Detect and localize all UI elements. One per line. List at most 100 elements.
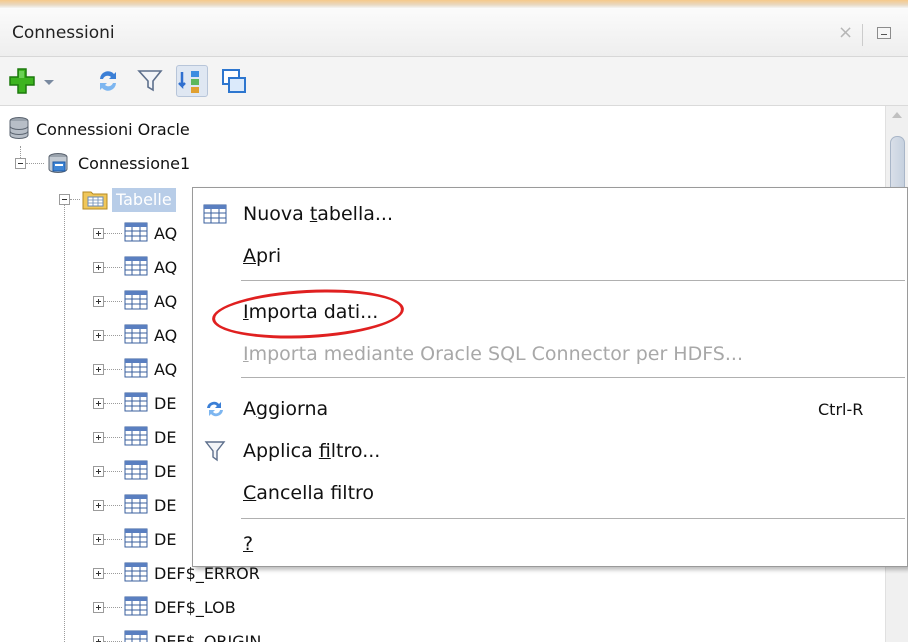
connections-view-button[interactable] xyxy=(218,65,250,97)
table-icon xyxy=(124,460,148,480)
expand-icon[interactable] xyxy=(93,500,104,511)
table-icon xyxy=(124,256,148,276)
menu-separator xyxy=(241,280,905,281)
expand-icon[interactable] xyxy=(93,432,104,443)
refresh-icon xyxy=(100,71,116,91)
close-icon[interactable]: × xyxy=(838,22,853,43)
collapse-icon[interactable] xyxy=(59,194,70,205)
table-row[interactable]: DEF$_LOB xyxy=(90,592,490,622)
tree-guide xyxy=(104,369,122,370)
tree-node-root[interactable]: Connessioni Oracle xyxy=(8,114,308,144)
funnel-filter-icon xyxy=(204,441,226,462)
menu-item-label: Importa mediante Oracle SQL Connector pe… xyxy=(243,343,743,365)
table-icon xyxy=(124,562,148,582)
table-name: DE xyxy=(154,394,177,413)
table-row[interactable]: DEF$_ORIGIN xyxy=(90,626,490,642)
menu-item-label: Aggiorna xyxy=(243,398,329,420)
panel-title: Connessioni xyxy=(12,23,115,43)
tree-guide xyxy=(104,539,122,540)
table-name: DE xyxy=(154,496,177,515)
expand-icon[interactable] xyxy=(93,364,104,375)
tree-guide xyxy=(26,163,44,164)
table-name: AQ xyxy=(154,326,178,345)
scroll-up-icon[interactable] xyxy=(892,112,902,118)
expand-icon[interactable] xyxy=(93,262,104,273)
chevron-down-icon xyxy=(44,80,54,85)
table-icon xyxy=(124,290,148,310)
green-plus-icon xyxy=(9,68,35,94)
tree-guide xyxy=(64,202,65,642)
table-name: DE xyxy=(154,428,177,447)
expand-icon[interactable] xyxy=(93,228,104,239)
expand-icon[interactable] xyxy=(93,636,104,642)
table-name: AQ xyxy=(154,360,178,379)
refresh-button[interactable] xyxy=(92,65,124,97)
refresh-icon xyxy=(207,401,223,417)
table-name: AQ xyxy=(154,224,178,243)
menu-item-new-table[interactable]: Nuova tabella... xyxy=(193,194,907,234)
table-icon xyxy=(124,528,148,548)
menu-item-refresh[interactable]: Aggiorna Ctrl-R xyxy=(193,389,907,429)
tree-guide xyxy=(104,573,122,574)
table-icon xyxy=(124,426,148,446)
expand-icon[interactable] xyxy=(93,330,104,341)
tree-guide xyxy=(104,403,122,404)
table-name: AQ xyxy=(154,258,178,277)
menu-item-clear-filter[interactable]: Cancella filtro xyxy=(193,473,907,513)
expand-icon[interactable] xyxy=(93,568,104,579)
expand-icon[interactable] xyxy=(93,398,104,409)
windows-icon xyxy=(222,69,246,93)
menu-item-help[interactable]: ? xyxy=(193,524,907,564)
schema-browser-button[interactable] xyxy=(176,65,208,97)
context-menu: Nuova tabella... Apri Importa dati... Im… xyxy=(192,187,908,567)
table-icon xyxy=(124,596,148,616)
table-name: AQ xyxy=(154,292,178,311)
add-dropdown-button[interactable] xyxy=(38,65,60,97)
schema-icon xyxy=(178,71,199,93)
minimize-icon[interactable] xyxy=(877,27,891,39)
table-name: DEF$_ORIGIN xyxy=(154,632,262,642)
menu-item-open[interactable]: Apri xyxy=(193,236,907,276)
expand-icon[interactable] xyxy=(93,534,104,545)
collapse-icon[interactable] xyxy=(15,158,26,169)
menu-item-label: Nuova tabella... xyxy=(243,203,393,225)
tree-guide xyxy=(104,301,122,302)
tree-guide xyxy=(104,267,122,268)
table-name: DE xyxy=(154,530,177,549)
tree-connection-label: Connessione1 xyxy=(78,154,191,173)
tree-guide xyxy=(104,607,122,608)
tree-root-label: Connessioni Oracle xyxy=(36,120,190,139)
table-name: DEF$_LOB xyxy=(154,598,236,617)
menu-item-label: Applica filtro... xyxy=(243,440,381,462)
tree-node-connection[interactable]: Connessione1 xyxy=(8,148,308,178)
menu-separator xyxy=(241,518,905,519)
tree-folder-label: Tabelle xyxy=(112,188,176,212)
tree-guide xyxy=(104,437,122,438)
expand-icon[interactable] xyxy=(93,466,104,477)
connections-toolbar xyxy=(0,57,908,106)
table-icon xyxy=(124,358,148,378)
tree-guide xyxy=(104,233,122,234)
tree-guide xyxy=(104,335,122,336)
menu-item-apply-filter[interactable]: Applica filtro... xyxy=(193,431,907,471)
add-connection-button[interactable] xyxy=(6,65,38,97)
expand-icon[interactable] xyxy=(93,296,104,307)
table-icon xyxy=(203,204,227,224)
funnel-filter-icon xyxy=(137,70,163,92)
filter-button[interactable] xyxy=(134,65,166,97)
expand-icon[interactable] xyxy=(93,602,104,613)
tree-guide xyxy=(104,471,122,472)
table-icon xyxy=(124,222,148,242)
panel-top-border xyxy=(0,0,908,8)
menu-item-label: Cancella filtro xyxy=(243,482,375,504)
table-icon xyxy=(124,630,148,642)
titlebar-divider xyxy=(862,24,863,46)
menu-item-import-hdfs: Importa mediante Oracle SQL Connector pe… xyxy=(193,334,907,374)
table-icon xyxy=(124,324,148,344)
tree-guide xyxy=(70,199,80,200)
table-icon xyxy=(124,392,148,412)
panel-titlebar: Connessioni × xyxy=(0,8,908,57)
database-icon xyxy=(9,117,29,140)
table-icon xyxy=(124,494,148,514)
folder-icon xyxy=(82,191,108,210)
